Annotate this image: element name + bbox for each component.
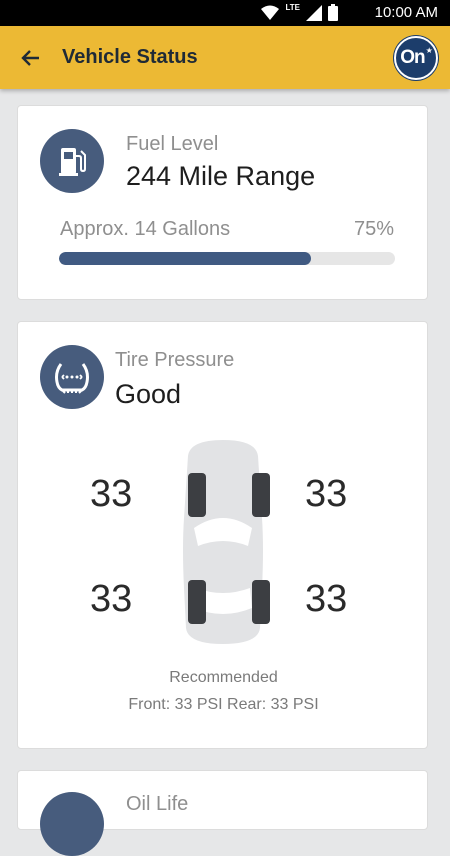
- onstar-logo-text: On: [400, 47, 425, 68]
- fuel-percent: 75%: [353, 218, 394, 240]
- battery-icon: [328, 4, 338, 21]
- status-bar: LTE 10:00 AM: [0, 0, 450, 26]
- car-top-view-icon: [183, 440, 270, 644]
- oil-icon-circle: [40, 792, 104, 856]
- fuel-icon-circle: [40, 129, 104, 193]
- front-left-pressure: 33: [90, 473, 133, 515]
- front-right-pressure: 33: [305, 473, 348, 515]
- signal-icon: [306, 4, 322, 21]
- clock: 10:00 AM: [374, 4, 438, 21]
- tire-status: Good: [115, 379, 182, 409]
- fuel-card: Fuel Level 244 Mile Range Approx. 14 Gal…: [17, 105, 428, 300]
- fuel-pump-icon: [59, 148, 86, 176]
- oil-life-card: Oil Life: [17, 770, 428, 856]
- back-button[interactable]: [14, 42, 46, 74]
- tire-pressure-icon: [55, 363, 89, 394]
- tire-label: Tire Pressure: [115, 349, 235, 371]
- page-title: Vehicle Status: [62, 46, 198, 68]
- wifi-icon: [261, 5, 280, 20]
- tire-pressure-card: Tire Pressure Good 33 33 33 33 Recommend…: [17, 321, 428, 749]
- tire-icon-circle: [40, 345, 104, 409]
- app-bar: Vehicle Status On ★: [0, 26, 450, 89]
- recommended-pressure: Front: 33 PSI Rear: 33 PSI: [128, 696, 319, 713]
- fuel-gallons: Approx. 14 Gallons: [60, 218, 231, 240]
- fuel-progress-bar: [59, 252, 395, 265]
- rear-right-pressure: 33: [305, 578, 348, 620]
- oil-label: Oil Life: [126, 793, 189, 815]
- recommended-label: Recommended: [169, 669, 278, 686]
- network-type-label: LTE: [285, 3, 300, 12]
- fuel-range: 244 Mile Range: [126, 161, 316, 191]
- fuel-label: Fuel Level: [126, 133, 219, 155]
- star-icon: ★: [425, 45, 433, 55]
- rear-left-pressure: 33: [90, 578, 133, 620]
- status-icons: LTE: [261, 3, 338, 21]
- arrow-left-icon: [21, 50, 39, 66]
- fuel-progress-fill: [59, 252, 311, 265]
- onstar-button[interactable]: On ★: [394, 36, 438, 80]
